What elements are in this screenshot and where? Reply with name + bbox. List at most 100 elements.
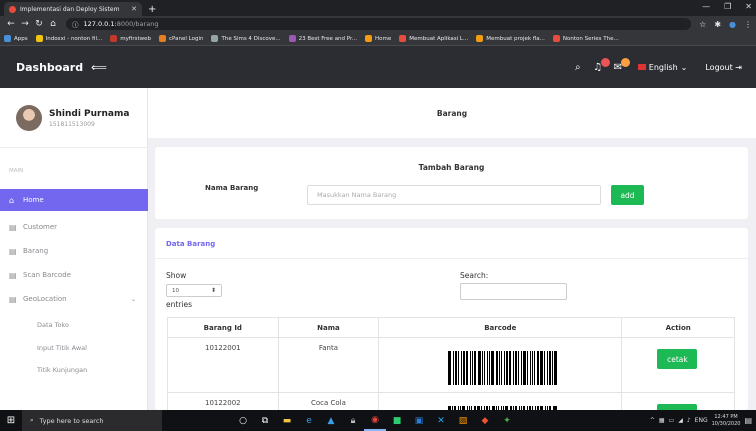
sidebar-subitem-data-toko[interactable]: Data Toko <box>37 321 69 329</box>
info-icon[interactable]: ⓘ <box>72 19 79 29</box>
bookmark-item[interactable]: cPanel Login <box>159 35 203 42</box>
message-icon[interactable]: ✉ <box>608 57 630 73</box>
task-view-icon[interactable]: ⧉ <box>254 410 276 431</box>
column-header[interactable]: Barcode <box>379 318 623 337</box>
bookmark-item[interactable]: 23 Best Free and Pr... <box>288 35 357 42</box>
data-barang-title: Data Barang <box>166 240 216 248</box>
cetak-button[interactable]: cetak <box>657 349 698 369</box>
menu-kebab-icon[interactable]: ⋮ <box>744 20 752 29</box>
chrome-icon[interactable]: ◉ <box>364 410 386 431</box>
sidebar-subitem-titik-kunjungan[interactable]: Titik Kunjungan <box>37 366 87 374</box>
sidebar-item-label: Customer <box>23 223 58 231</box>
bookmark-label: Membuat Aplikasi L... <box>409 35 469 42</box>
logout-button[interactable]: Logout ⇥ <box>705 63 742 72</box>
table-row: 10122002 Coca Cola cetak <box>167 393 735 410</box>
tab-favicon-icon <box>9 5 16 13</box>
language-label: English <box>648 62 678 72</box>
menu-toggle-icon[interactable]: ⟸ <box>91 61 107 74</box>
column-header[interactable]: Barang Id <box>168 318 279 337</box>
bookmark-label: The Sims 4 Discove... <box>221 35 281 42</box>
browser-nav-bar: ← → ↻ ⌂ ⓘ 127.0.0.1: 8000/barang ☆ ✱ ● ⋮ <box>0 16 756 32</box>
bookmark-label: Nonton Series The... <box>562 35 619 42</box>
back-icon[interactable]: ← <box>4 19 18 29</box>
taskbar-search-input[interactable]: ⌕ Type here to search <box>22 410 162 431</box>
show-label: Show <box>166 271 187 280</box>
home-browser-icon[interactable]: ⌂ <box>46 19 60 29</box>
sidebar-item-customer[interactable]: ▤ Customer <box>0 216 148 238</box>
new-tab-icon[interactable]: + <box>148 2 156 16</box>
brand-title[interactable]: Dashboard <box>16 61 83 74</box>
bookmark-item[interactable]: Membuat Aplikasi L... <box>399 35 468 42</box>
edge-icon[interactable]: e <box>298 410 320 431</box>
sidebar-item-geolocation[interactable]: ▤ GeoLocation ⌄ <box>0 288 148 310</box>
entries-select[interactable]: 10 ⬍ <box>166 284 222 297</box>
notification-center-icon[interactable]: ▤ <box>744 416 752 425</box>
url-path: 8000/barang <box>116 20 159 28</box>
notification-bell-icon[interactable]: ♫ <box>588 57 610 73</box>
document-icon: ▤ <box>9 222 17 232</box>
nama-barang-input[interactable]: Masukkan Nama Barang <box>307 185 601 205</box>
file-explorer-icon[interactable]: ▬ <box>276 410 298 431</box>
maximize-icon[interactable]: ❐ <box>724 2 731 11</box>
word-icon[interactable]: ▣ <box>408 410 430 431</box>
column-header[interactable]: Nama <box>279 318 380 337</box>
tab-title: Implementasi dan Deploy Sistem <box>20 5 120 13</box>
windows-taskbar: ⊞ ⌕ Type here to search ○ ⧉ ▬ e ▲ 🔒︎ ◉ ■… <box>0 410 756 431</box>
lock-app-icon[interactable]: 🔒︎ <box>342 410 364 431</box>
windows-start-icon[interactable]: ⊞ <box>0 415 22 426</box>
close-tab-icon[interactable]: ✕ <box>131 5 137 13</box>
sidebar-item-barang[interactable]: ▤ Barang <box>0 240 148 262</box>
browser-tab[interactable]: Implementasi dan Deploy Sistem ✕ <box>4 2 142 16</box>
sidebar-item-home[interactable]: ⌂ Home <box>0 189 148 211</box>
bookmark-label: Apps <box>14 35 28 42</box>
table-search-input[interactable] <box>460 283 567 300</box>
clock-time: 12:47 PM <box>714 413 738 420</box>
bookmark-label: myfirstweb <box>120 35 152 42</box>
bookmark-item[interactable]: myfirstweb <box>110 35 151 42</box>
profile-icon[interactable]: ● <box>729 20 736 29</box>
bookmark-label: Home <box>375 35 392 42</box>
bookmark-item[interactable]: Home <box>365 35 391 42</box>
volume-icon[interactable]: ♪ <box>687 417 691 424</box>
clock-date: 10/30/2020 <box>711 420 741 427</box>
sidebar-item-scan-barcode[interactable]: ▤ Scan Barcode <box>0 264 148 286</box>
input-language[interactable]: ENG <box>695 417 708 424</box>
git-icon[interactable]: ◆ <box>474 410 496 431</box>
bookmark-item[interactable]: Nonton Series The... <box>552 35 619 42</box>
extension-icon[interactable]: ✱ <box>714 20 721 29</box>
close-window-icon[interactable]: ✕ <box>745 2 752 11</box>
user-profile: Shindi Purnama 151811513009 <box>0 88 148 148</box>
avatar[interactable] <box>16 105 42 131</box>
green-app-icon[interactable]: ■ <box>386 410 408 431</box>
bookmark-item[interactable]: The Sims 4 Discove... <box>211 35 281 42</box>
sublime-icon[interactable]: ▧ <box>452 410 474 431</box>
wifi-icon[interactable]: ◢ <box>678 417 683 424</box>
bookmark-item[interactable]: Membuat projek fla... <box>476 35 545 42</box>
battery-icon[interactable]: ▭ <box>669 417 675 424</box>
sidebar-item-label: Scan Barcode <box>23 271 71 279</box>
bookmark-star-icon[interactable]: ☆ <box>699 20 706 29</box>
add-button[interactable]: add <box>611 185 644 205</box>
document-icon: ▤ <box>9 246 17 256</box>
bookmark-item[interactable]: Indoxxi - nonton fil... <box>35 35 103 42</box>
column-header[interactable]: Action <box>622 318 734 337</box>
bookmark-label: Indoxxi - nonton fil... <box>45 35 103 42</box>
cortana-icon[interactable]: ○ <box>232 410 254 431</box>
table-header: Barang Id Nama Barcode Action <box>167 317 735 338</box>
app-icon[interactable]: ✦ <box>496 410 518 431</box>
vscode-icon[interactable]: ✕ <box>430 410 452 431</box>
bookmark-item[interactable]: Apps <box>4 35 28 42</box>
forward-icon[interactable]: → <box>18 19 32 29</box>
reload-icon[interactable]: ↻ <box>32 19 46 29</box>
clock[interactable]: 12:47 PM 10/30/2020 <box>712 414 741 428</box>
minimize-icon[interactable]: — <box>702 2 710 11</box>
search-icon[interactable]: ⌕ <box>568 62 588 73</box>
network-icon[interactable]: ▦ <box>659 417 665 424</box>
store-icon[interactable]: ▲ <box>320 410 342 431</box>
sidebar-item-label: GeoLocation <box>23 295 67 303</box>
language-selector[interactable]: English ⌄ <box>637 62 687 72</box>
tray-chevron-icon[interactable]: ^ <box>650 417 655 424</box>
sidebar-subitem-input-titik-awal[interactable]: Input Titik Awal <box>37 344 87 352</box>
barang-id: 10122002 <box>204 399 241 407</box>
address-bar[interactable]: ⓘ 127.0.0.1: 8000/barang <box>66 18 692 30</box>
